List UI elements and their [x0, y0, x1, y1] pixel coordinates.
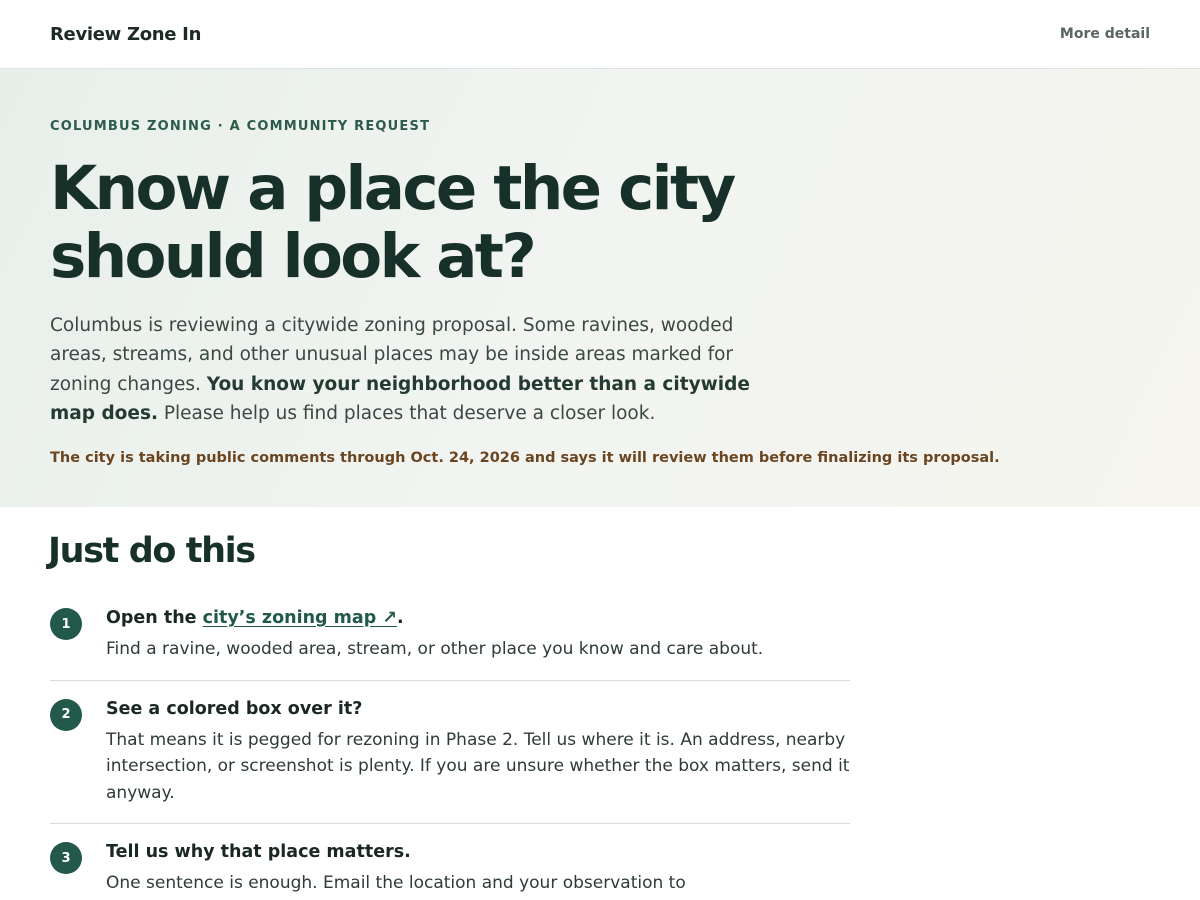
- hero-intro-tail: Please help us find places that deserve …: [163, 402, 656, 424]
- steps-heading: Just do this: [48, 531, 256, 571]
- step-description: That means it is pegged for rezoning in …: [106, 729, 850, 803]
- step-title: Tell us why that place matters.: [106, 842, 411, 862]
- step-description: One sentence is enough. Email the locati…: [106, 873, 686, 893]
- step-item: 3 Tell us why that place matters. One se…: [50, 840, 850, 900]
- step-number-badge: 2: [50, 698, 82, 731]
- step-item: 2 See a colored box over it? That means …: [50, 697, 850, 824]
- step-title-prefix: Open the: [106, 608, 197, 628]
- steps-section: Just do this 1 Open the city’s zoning ma…: [0, 507, 1200, 900]
- step-title-suffix: .: [397, 608, 404, 628]
- steps-list: 1 Open the city’s zoning map ↗. Find a r…: [50, 606, 850, 900]
- page-title: Know a place the city should look at?: [50, 153, 736, 292]
- step-body: Tell us why that place matters. One sent…: [106, 840, 850, 897]
- step-description: Find a ravine, wooded area, stream, or o…: [106, 639, 764, 659]
- step-item: 1 Open the city’s zoning map ↗. Find a r…: [50, 606, 850, 681]
- hero-eyebrow: COLUMBUS ZONING · A COMMUNITY REQUEST: [50, 119, 431, 134]
- comment-deadline-notice: The city is taking public comments throu…: [50, 450, 1000, 467]
- site-header: Review Zone In More detail: [0, 0, 1200, 69]
- step-title: Open the city’s zoning map ↗.: [106, 606, 850, 630]
- step-number-badge: 3: [50, 842, 82, 874]
- zoning-map-link[interactable]: city’s zoning map ↗: [203, 608, 397, 628]
- more-detail-link[interactable]: More detail: [1060, 26, 1150, 42]
- hero-intro: Columbus is reviewing a citywide zoning …: [50, 311, 790, 428]
- hero-section: COLUMBUS ZONING · A COMMUNITY REQUEST Kn…: [0, 69, 1200, 507]
- step-number-badge: 1: [50, 608, 82, 640]
- step-title: See a colored box over it?: [106, 698, 363, 719]
- step-body: See a colored box over it? That means it…: [106, 697, 850, 807]
- step-body: Open the city’s zoning map ↗. Find a rav…: [106, 606, 850, 663]
- brand-logo-link[interactable]: Review Zone In: [50, 24, 201, 45]
